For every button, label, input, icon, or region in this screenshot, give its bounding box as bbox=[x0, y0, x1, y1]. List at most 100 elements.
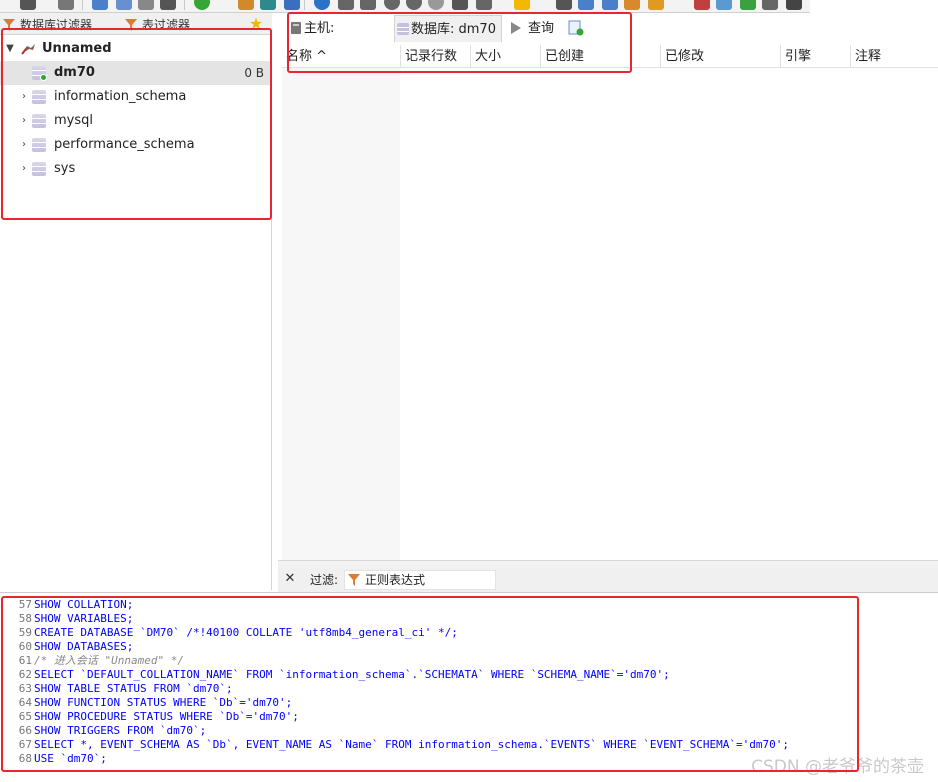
cancel-icon[interactable] bbox=[452, 0, 468, 10]
sql-log-line: 64 SHOW FUNCTION STATUS WHERE `Db`='dm70'… bbox=[0, 696, 293, 710]
tree-node-connection[interactable]: ▼ Unnamed bbox=[0, 37, 272, 61]
regex-filter-input[interactable]: 正则表达式 bbox=[344, 570, 496, 590]
grid-splitter[interactable] bbox=[278, 560, 938, 568]
line-number: 63 bbox=[18, 682, 32, 695]
tree-node-database[interactable]: › performance_schema bbox=[0, 133, 272, 157]
tab-database-label: 数据库: dm70 bbox=[411, 22, 496, 37]
refresh-icon[interactable] bbox=[194, 0, 210, 10]
connection-name: Unnamed bbox=[42, 41, 112, 56]
help-icon[interactable] bbox=[314, 0, 330, 10]
database-icon bbox=[32, 90, 46, 104]
eraser-icon[interactable] bbox=[624, 0, 640, 10]
sql-text: SHOW VARIABLES; bbox=[34, 612, 134, 625]
sql-log-line: 58 SHOW VARIABLES; bbox=[0, 612, 134, 626]
warning-icon[interactable] bbox=[648, 0, 664, 10]
tab-database-filter[interactable]: 数据库过滤器 bbox=[0, 15, 118, 35]
binary-icon[interactable] bbox=[694, 0, 710, 10]
tree-node-database[interactable]: › information_schema bbox=[0, 85, 272, 109]
tree-node-database-selected[interactable]: dm70 0 B bbox=[0, 61, 272, 85]
filter-icon bbox=[3, 19, 15, 31]
filter-icon bbox=[348, 574, 360, 586]
line-number: 68 bbox=[18, 752, 32, 765]
column-header-modified[interactable]: 已修改 bbox=[660, 45, 780, 68]
tab-query[interactable]: 查询 bbox=[508, 15, 564, 42]
sql-log-line: 62 SELECT `DEFAULT_COLLATION_NAME` FROM `… bbox=[0, 668, 670, 682]
tab-database[interactable]: 数据库: dm70 bbox=[394, 15, 502, 42]
sql-text: SELECT *, EVENT_SCHEMA AS `Db`, EVENT_NA… bbox=[34, 738, 789, 751]
save-icon[interactable] bbox=[556, 0, 572, 10]
line-number: 66 bbox=[18, 724, 32, 737]
line-number: 64 bbox=[18, 696, 32, 709]
sql-log-line: 59 CREATE DATABASE `DM70` /*!40100 COLLAT… bbox=[0, 626, 458, 640]
disconnect-icon[interactable] bbox=[58, 0, 74, 10]
column-header-engine[interactable]: 引擎 bbox=[780, 45, 850, 68]
sql-text: SHOW TABLE STATUS FROM `dm70`; bbox=[34, 682, 233, 695]
database-name: sys bbox=[54, 161, 76, 176]
database-name: mysql bbox=[54, 113, 93, 128]
print-icon[interactable] bbox=[160, 0, 176, 10]
chevron-right-icon[interactable]: › bbox=[18, 109, 30, 133]
sql-text: CREATE DATABASE `DM70` /*!40100 COLLATE … bbox=[34, 626, 458, 639]
apply-icon[interactable] bbox=[428, 0, 444, 10]
column-header-created[interactable]: 已创建 bbox=[540, 45, 660, 68]
favorites-star-icon[interactable]: ★ bbox=[246, 15, 266, 33]
add-icon[interactable] bbox=[384, 0, 400, 10]
connection-icon bbox=[21, 44, 35, 55]
host-icon bbox=[291, 22, 301, 34]
more-icon[interactable] bbox=[284, 0, 300, 10]
line-number: 67 bbox=[18, 738, 32, 751]
exit-icon[interactable] bbox=[786, 0, 802, 10]
database-icon bbox=[32, 114, 46, 128]
tree-node-database[interactable]: › sys bbox=[0, 157, 272, 181]
tree-node-database[interactable]: › mysql bbox=[0, 109, 272, 133]
database-icon bbox=[32, 138, 46, 152]
line-number: 62 bbox=[18, 668, 32, 681]
sql-log-line: 60 SHOW DATABASES; bbox=[0, 640, 134, 654]
line-number: 59 bbox=[18, 626, 32, 639]
paste-icon[interactable] bbox=[116, 0, 132, 10]
pin-icon[interactable] bbox=[762, 0, 778, 10]
sql-log-line: 63 SHOW TABLE STATUS FROM `dm70`; bbox=[0, 682, 233, 696]
database-size: 0 B bbox=[244, 66, 264, 80]
folder-icon[interactable] bbox=[514, 0, 530, 10]
play-icon bbox=[511, 22, 521, 34]
wrap-icon[interactable] bbox=[716, 0, 732, 10]
line-number: 57 bbox=[18, 598, 32, 611]
regex-filter-mode: 正则表达式 bbox=[365, 573, 426, 587]
undo-icon[interactable] bbox=[138, 0, 154, 10]
close-filter-button[interactable]: ✕ bbox=[282, 570, 298, 588]
zoom-icon[interactable] bbox=[578, 0, 594, 10]
connect-icon[interactable] bbox=[20, 0, 36, 10]
chevron-down-icon[interactable]: ▼ bbox=[4, 37, 16, 61]
tab-table-filter[interactable]: 表过滤器 bbox=[122, 15, 242, 35]
chevron-right-icon[interactable]: › bbox=[18, 157, 30, 181]
user-manager-icon[interactable] bbox=[238, 0, 254, 10]
active-check-icon bbox=[40, 74, 47, 81]
new-query-tab-icon[interactable] bbox=[568, 20, 584, 36]
filter-tabs: 数据库过滤器 表过滤器 ★ bbox=[0, 13, 272, 35]
next-icon[interactable] bbox=[360, 0, 376, 10]
sql-log-line: 68 USE `dm70`; bbox=[0, 752, 107, 766]
column-header-comment[interactable]: 注释 bbox=[850, 45, 938, 68]
tab-host[interactable]: 主机: 127.0.0.1 bbox=[288, 15, 388, 63]
column-header-size[interactable]: 大小 bbox=[470, 45, 540, 68]
tab-table-filter-label: 表过滤器 bbox=[142, 18, 191, 32]
remove-icon[interactable] bbox=[406, 0, 422, 10]
chevron-right-icon[interactable]: › bbox=[18, 85, 30, 109]
column-header-name[interactable]: 名称 ^ bbox=[282, 45, 400, 68]
sql-text: SHOW TRIGGERS FROM `dm70`; bbox=[34, 724, 207, 737]
find-icon[interactable] bbox=[602, 0, 618, 10]
line-number: 61 bbox=[18, 654, 32, 667]
chevron-right-icon[interactable]: › bbox=[18, 133, 30, 157]
run-icon[interactable] bbox=[476, 0, 492, 10]
sql-comment: /* 进入会话 "Unnamed" */ bbox=[34, 654, 184, 667]
sql-text: SHOW DATABASES; bbox=[34, 640, 134, 653]
column-header-rows[interactable]: 记录行数 bbox=[400, 45, 470, 68]
sql-log-line: 65 SHOW PROCEDURE STATUS WHERE `Db`='dm70… bbox=[0, 710, 299, 724]
watermark: CSDN @老爷爷的茶壶 bbox=[751, 757, 924, 777]
database-name: information_schema bbox=[54, 89, 187, 104]
table-icon[interactable] bbox=[260, 0, 276, 10]
copy-icon[interactable] bbox=[92, 0, 108, 10]
format-icon[interactable] bbox=[740, 0, 756, 10]
first-icon[interactable] bbox=[338, 0, 354, 10]
